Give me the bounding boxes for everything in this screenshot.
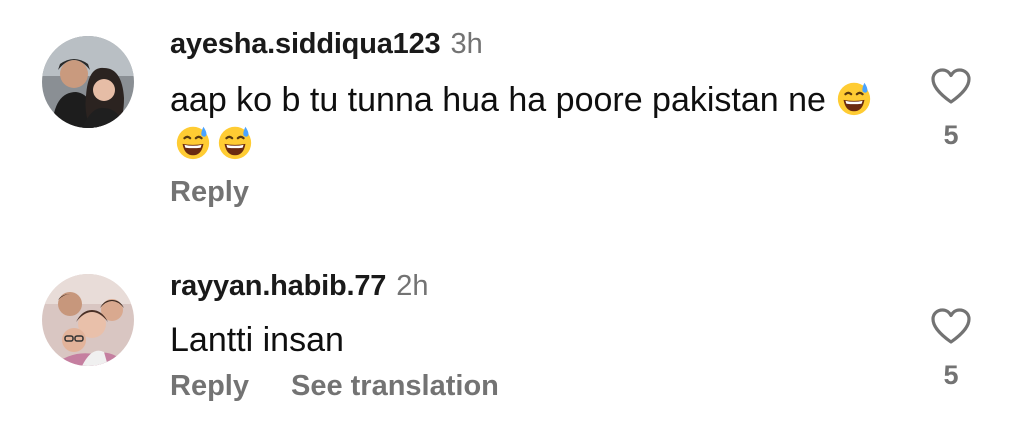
comment-text: Lantti insan: [170, 318, 890, 362]
avatar[interactable]: [42, 36, 134, 128]
comment-actions: Reply: [170, 176, 249, 209]
username[interactable]: rayyan.habib.77: [170, 270, 386, 303]
grinning-sweat-emoji: [176, 126, 210, 160]
grinning-sweat-emoji: [218, 126, 252, 160]
comment-body: aap ko b tu tunna hua ha poore pakistan …: [170, 81, 826, 119]
comment-item: ayesha.siddiqua123 3h aap ko b tu tunna …: [0, 0, 1024, 230]
heart-outline-icon[interactable]: [929, 66, 973, 106]
see-translation-button[interactable]: See translation: [291, 370, 499, 403]
comment-actions: Reply See translation: [170, 370, 499, 403]
avatar[interactable]: [42, 274, 134, 366]
reply-button[interactable]: Reply: [170, 370, 249, 403]
comment-header: ayesha.siddiqua123 3h: [170, 28, 483, 61]
timestamp: 3h: [450, 28, 483, 60]
username[interactable]: ayesha.siddiqua123: [170, 28, 441, 61]
reply-button[interactable]: Reply: [170, 176, 249, 209]
comment-body: Lantti insan: [170, 321, 344, 359]
like-control: 5: [928, 66, 974, 151]
comment-header: rayyan.habib.77 2h: [170, 270, 428, 303]
comment-text: aap ko b tu tunna hua ha poore pakistan …: [170, 78, 890, 166]
like-count: 5: [943, 360, 959, 390]
heart-outline-icon[interactable]: [929, 306, 973, 346]
like-control: 5: [928, 306, 974, 391]
timestamp: 2h: [396, 270, 429, 302]
grinning-sweat-emoji: [838, 82, 871, 116]
like-count: 5: [943, 120, 959, 150]
comment-item: rayyan.habib.77 2h Lantti insan Reply Se…: [0, 240, 1024, 440]
